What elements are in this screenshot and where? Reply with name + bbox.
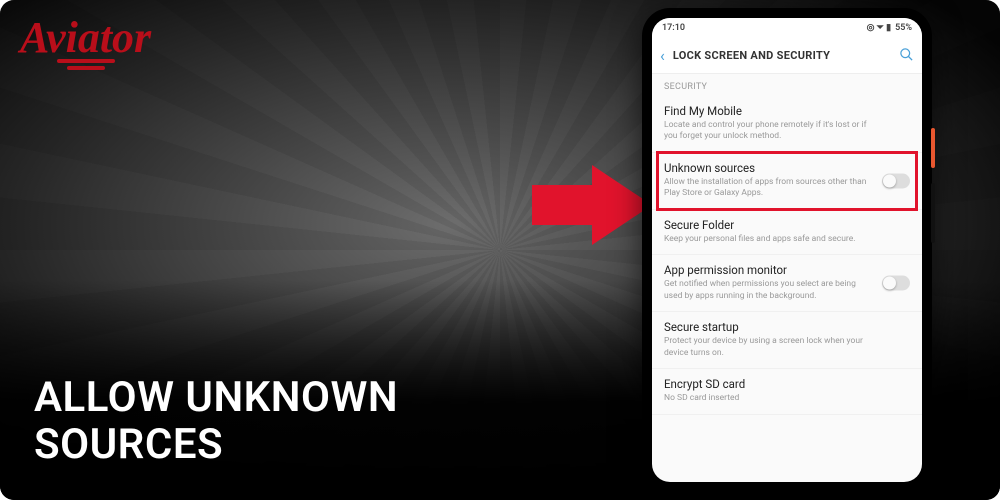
brand-name: Aviator [20,13,151,62]
app-bar: ‹ LOCK SCREEN AND SECURITY [652,38,922,74]
status-bar: 17:10 ◎ ⏷ ▮ 55% [652,18,922,38]
setting-item-secure-folder[interactable]: Secure Folder Keep your personal files an… [652,210,922,255]
setting-desc: No SD card inserted [664,393,910,404]
brand-logo: Aviator [20,12,151,70]
phone-power-button [931,128,935,168]
toggle-switch[interactable] [882,173,910,188]
setting-desc: Locate and control your phone remotely i… [664,120,910,143]
search-icon[interactable] [899,47,914,65]
logo-underline-2 [67,66,105,70]
status-right: ◎ ⏷ ▮ 55% [867,23,912,33]
setting-desc: Allow the installation of apps from sour… [664,177,910,200]
phone-screen: 17:10 ◎ ⏷ ▮ 55% ‹ LOCK SCREEN AND SECURI… [652,18,922,482]
setting-item-secure-startup[interactable]: Secure startup Protect your device by usi… [652,312,922,369]
setting-title: Secure Folder [664,218,910,232]
status-time: 17:10 [662,23,685,33]
setting-title: Encrypt SD card [664,377,910,391]
status-battery: 55% [895,23,912,33]
setting-item-encrypt-sd-card[interactable]: Encrypt SD card No SD card inserted [652,369,922,414]
setting-desc: Get notified when permissions you select… [664,279,910,302]
caption-line-2: SOURCES [34,421,398,468]
setting-item-unknown-sources[interactable]: Unknown sources Allow the installation of… [652,153,922,210]
section-label: SECURITY [652,74,922,96]
setting-item-app-permission-monitor[interactable]: App permission monitor Get notified when … [652,255,922,312]
phone-mockup: 17:10 ◎ ⏷ ▮ 55% ‹ LOCK SCREEN AND SECURI… [642,8,932,492]
instruction-caption: ALLOW UNKNOWN SOURCES [34,374,398,468]
pointer-arrow-icon [532,165,652,245]
setting-title: App permission monitor [664,263,910,277]
setting-desc: Protect your device by using a screen lo… [664,336,910,359]
settings-list: Find My Mobile Locate and control your ph… [652,96,922,482]
phone-volume-button [931,183,935,243]
toggle-switch[interactable] [882,276,910,291]
setting-item-find-my-mobile[interactable]: Find My Mobile Locate and control your ph… [652,96,922,153]
promo-stage: Aviator ALLOW UNKNOWN SOURCES 17:10 ◎ ⏷ … [0,0,1000,500]
setting-desc: Keep your personal files and apps safe a… [664,234,910,245]
status-icons: ◎ ⏷ ▮ [867,23,891,33]
page-title: LOCK SCREEN AND SECURITY [673,49,830,62]
setting-title: Find My Mobile [664,104,910,118]
back-icon[interactable]: ‹ [660,46,665,65]
setting-title: Unknown sources [664,161,910,175]
caption-line-1: ALLOW UNKNOWN [34,374,398,421]
setting-title: Secure startup [664,320,910,334]
